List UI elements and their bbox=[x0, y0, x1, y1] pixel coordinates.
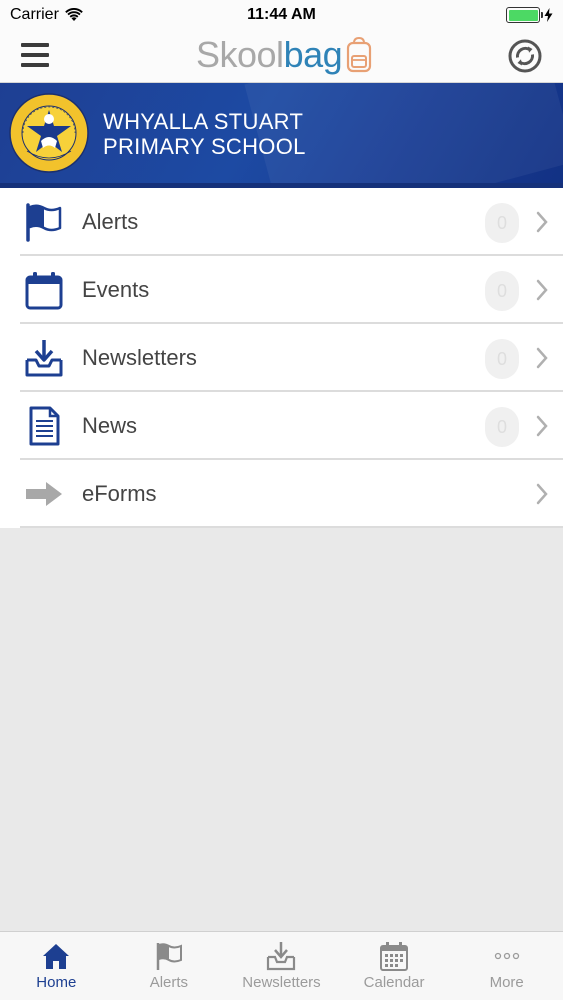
menu-item-label: Events bbox=[82, 277, 150, 302]
menu-item-label: eForms bbox=[82, 481, 157, 506]
status-left: Carrier bbox=[10, 6, 83, 24]
home-icon bbox=[43, 944, 70, 969]
hamburger-menu-button[interactable] bbox=[20, 40, 50, 70]
hamburger-line bbox=[21, 43, 49, 47]
skoolbag-logo: Skool bag bbox=[196, 34, 374, 75]
status-bar: Carrier 11:44 AM bbox=[0, 0, 563, 30]
tab-newsletters[interactable]: Newsletters bbox=[225, 932, 338, 1000]
home-menu-list: Alerts 0 Events 0 Newsletters 0 News 0 e… bbox=[0, 188, 563, 528]
chevron-right-icon bbox=[536, 483, 548, 505]
arrow-right-icon bbox=[26, 482, 62, 506]
school-crest-logo bbox=[9, 93, 89, 173]
school-name-line1: WHYALLA STUART bbox=[103, 109, 304, 134]
brand-text-skool: Skool bbox=[196, 34, 284, 75]
hamburger-line bbox=[21, 53, 49, 57]
tab-label: Alerts bbox=[149, 974, 189, 991]
menu-item-alerts[interactable]: Alerts 0 bbox=[0, 188, 563, 256]
tab-home[interactable]: Home bbox=[0, 932, 113, 1000]
inbox-download-icon bbox=[25, 340, 63, 377]
unread-count-badge: 0 bbox=[485, 203, 519, 243]
battery-icon bbox=[506, 7, 543, 23]
sync-icon[interactable] bbox=[507, 38, 543, 74]
ellipsis-icon bbox=[494, 952, 519, 960]
document-icon bbox=[29, 406, 60, 446]
tab-more[interactable]: More bbox=[450, 932, 563, 1000]
inbox-download-icon bbox=[267, 942, 296, 971]
unread-count-badge: 0 bbox=[485, 271, 519, 311]
menu-item-label: News bbox=[82, 413, 138, 438]
school-name-line2: PRIMARY SCHOOL bbox=[103, 134, 306, 159]
unread-count-badge: 0 bbox=[485, 407, 519, 447]
hamburger-line bbox=[21, 63, 49, 67]
tab-label: Calendar bbox=[363, 974, 425, 991]
menu-item-news[interactable]: News 0 bbox=[0, 392, 563, 460]
calendar-icon bbox=[380, 942, 409, 971]
chevron-right-icon bbox=[536, 347, 548, 369]
flag-icon bbox=[156, 943, 182, 970]
tab-calendar[interactable]: Calendar bbox=[338, 932, 451, 1000]
menu-item-events[interactable]: Events 0 bbox=[0, 256, 563, 324]
school-banner: WHYALLA STUART PRIMARY SCHOOL bbox=[0, 83, 563, 188]
menu-item-label: Newsletters bbox=[82, 345, 197, 370]
backpack-icon bbox=[347, 37, 372, 73]
brand-text-bag: bag bbox=[283, 34, 343, 75]
tab-alerts[interactable]: Alerts bbox=[113, 932, 226, 1000]
charging-bolt-icon bbox=[544, 8, 553, 22]
unread-count-badge: 0 bbox=[485, 339, 519, 379]
menu-item-label: Alerts bbox=[82, 209, 139, 234]
chevron-right-icon bbox=[536, 415, 548, 437]
chevron-right-icon bbox=[536, 211, 548, 233]
tab-label: Home bbox=[36, 974, 77, 991]
tab-bar: Home Alerts Newsletters Calendar More bbox=[0, 931, 563, 1000]
menu-item-newsletters[interactable]: Newsletters 0 bbox=[0, 324, 563, 392]
chevron-right-icon bbox=[536, 279, 548, 301]
tab-label: Newsletters bbox=[242, 974, 321, 991]
menu-item-eforms[interactable]: eForms bbox=[0, 460, 563, 528]
school-name: WHYALLA STUART PRIMARY SCHOOL bbox=[103, 109, 306, 159]
carrier-label: Carrier bbox=[10, 6, 59, 23]
flag-icon bbox=[26, 203, 62, 242]
tab-label: More bbox=[489, 974, 524, 991]
nav-bar: Skool bag bbox=[0, 30, 563, 83]
calendar-icon bbox=[25, 272, 63, 310]
status-time: 11:44 AM bbox=[247, 6, 316, 23]
wifi-icon bbox=[65, 8, 83, 21]
status-right bbox=[506, 7, 553, 23]
